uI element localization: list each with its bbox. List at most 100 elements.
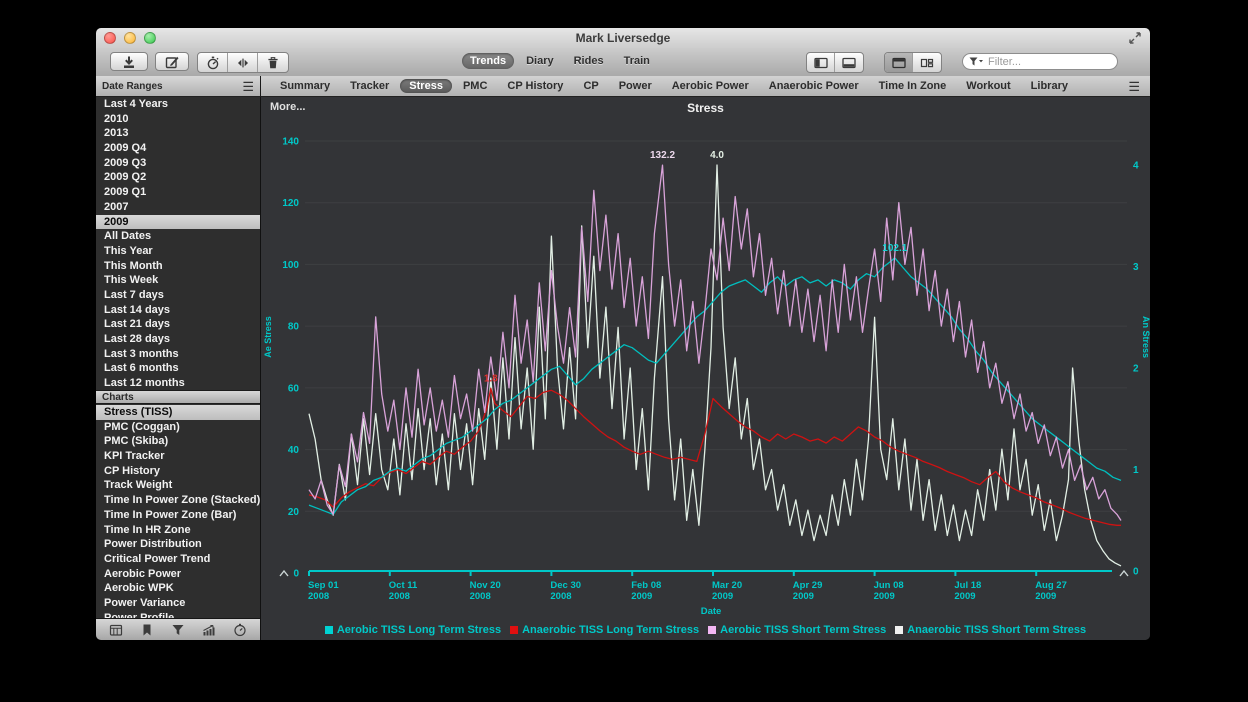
filter-field[interactable]: [962, 53, 1118, 70]
tab-aerobic-power[interactable]: Aerobic Power: [663, 79, 758, 93]
tab-tracker[interactable]: Tracker: [341, 79, 398, 93]
svg-text:80: 80: [288, 322, 300, 333]
date-range-2007[interactable]: 2007: [96, 200, 260, 215]
svg-text:Jun 08: Jun 08: [874, 580, 904, 591]
svg-text:Aug 27: Aug 27: [1035, 580, 1067, 591]
chart-tab-strip: SummaryTrackerStressPMCCP HistoryCPPower…: [261, 76, 1150, 97]
split-arrows-icon: [235, 55, 251, 71]
chart-stress-tiss-[interactable]: Stress (TISS): [96, 405, 260, 420]
chart-track-weight[interactable]: Track Weight: [96, 478, 260, 493]
date-range-2013[interactable]: 2013: [96, 126, 260, 141]
toggle-bottombar-button[interactable]: [835, 53, 863, 72]
date-range-2009-q3[interactable]: 2009 Q3: [96, 156, 260, 171]
date-range-last-21-days[interactable]: Last 21 days: [96, 317, 260, 332]
chart-panel: More... Stress 14012010080604020043210Ae…: [261, 97, 1150, 640]
svg-text:0: 0: [1133, 567, 1139, 578]
tab-library[interactable]: Library: [1022, 79, 1077, 93]
date-range-last-14-days[interactable]: Last 14 days: [96, 303, 260, 318]
tabstrip-menu-icon[interactable]: ☰: [1128, 80, 1140, 93]
chart-cp-history[interactable]: CP History: [96, 464, 260, 479]
gauge-icon[interactable]: [233, 623, 247, 637]
panel-left-icon: [813, 55, 829, 71]
chart-aerobic-power[interactable]: Aerobic Power: [96, 567, 260, 582]
title-bar[interactable]: Mark Liversedge: [96, 28, 1150, 49]
tab-cp-history[interactable]: CP History: [498, 79, 572, 93]
date-range-2010[interactable]: 2010: [96, 112, 260, 127]
tab-power[interactable]: Power: [610, 79, 661, 93]
date-range-2009-q2[interactable]: 2009 Q2: [96, 170, 260, 185]
bookmark-icon[interactable]: [140, 623, 154, 637]
date-ranges-menu-icon[interactable]: ☰: [242, 80, 254, 93]
download-button[interactable]: [110, 52, 148, 71]
date-range-all-dates[interactable]: All Dates: [96, 229, 260, 244]
svg-text:132.2: 132.2: [650, 150, 675, 161]
view-tab-train[interactable]: Train: [616, 53, 658, 69]
tab-summary[interactable]: Summary: [271, 79, 339, 93]
date-range-last-7-days[interactable]: Last 7 days: [96, 288, 260, 303]
chart-pmc-skiba-[interactable]: PMC (Skiba): [96, 434, 260, 449]
tab-pmc[interactable]: PMC: [454, 79, 496, 93]
svg-text:4.0: 4.0: [710, 150, 724, 161]
filter-funnel-icon[interactable]: [969, 57, 983, 67]
chart-time-in-power-zone-bar-[interactable]: Time In Power Zone (Bar): [96, 508, 260, 523]
chart-aerobic-wpk[interactable]: Aerobic WPK: [96, 581, 260, 596]
chart-power-distribution[interactable]: Power Distribution: [96, 537, 260, 552]
view-tab-diary[interactable]: Diary: [518, 53, 562, 69]
toggle-sidebar-button[interactable]: [807, 53, 835, 72]
chart-critical-power-trend[interactable]: Critical Power Trend: [96, 552, 260, 567]
chart-time-in-power-zone-stacked-[interactable]: Time In Power Zone (Stacked): [96, 493, 260, 508]
svg-text:100: 100: [282, 260, 299, 271]
svg-text:60: 60: [288, 383, 300, 394]
svg-text:0: 0: [293, 569, 299, 580]
date-range-2009-q4[interactable]: 2009 Q4: [96, 141, 260, 156]
chart-time-in-hr-zone[interactable]: Time In HR Zone: [96, 523, 260, 538]
svg-text:2009: 2009: [874, 591, 895, 602]
svg-text:2: 2: [1133, 364, 1139, 375]
tab-cp[interactable]: CP: [574, 79, 607, 93]
svg-text:102.1: 102.1: [882, 243, 907, 254]
chart-kpi-tracker[interactable]: KPI Tracker: [96, 449, 260, 464]
svg-text:1.8: 1.8: [484, 373, 498, 384]
legend-label: Aerobic TISS Short Term Stress: [720, 624, 886, 636]
layout-toggle-group: [884, 52, 942, 73]
chart-pmc-coggan-[interactable]: PMC (Coggan): [96, 420, 260, 435]
tab-stress[interactable]: Stress: [400, 79, 452, 93]
date-range-2009[interactable]: 2009: [96, 215, 260, 230]
interval-button[interactable]: [198, 53, 228, 72]
fullscreen-icon[interactable]: [1128, 31, 1142, 45]
edit-button[interactable]: [155, 52, 189, 71]
date-range-last-28-days[interactable]: Last 28 days: [96, 332, 260, 347]
charts-header[interactable]: Charts: [96, 390, 260, 404]
tab-time-in-zone[interactable]: Time In Zone: [870, 79, 956, 93]
date-range-this-month[interactable]: This Month: [96, 259, 260, 274]
single-view-button[interactable]: [885, 53, 913, 72]
stress-chart[interactable]: 14012010080604020043210Ae StressAn Stres…: [261, 97, 1150, 640]
tab-anaerobic-power[interactable]: Anaerobic Power: [760, 79, 868, 93]
legend-item: Anaerobic TISS Long Term Stress: [510, 624, 699, 636]
date-ranges-list: Last 4 Years201020132009 Q42009 Q32009 Q…: [96, 97, 260, 391]
chart-power-variance[interactable]: Power Variance: [96, 596, 260, 611]
svg-text:2008: 2008: [470, 591, 491, 602]
date-range-last-4-years[interactable]: Last 4 Years: [96, 97, 260, 112]
date-range-last-6-months[interactable]: Last 6 months: [96, 361, 260, 376]
split-button[interactable]: [228, 53, 258, 72]
tab-workout[interactable]: Workout: [957, 79, 1019, 93]
view-tab-trends[interactable]: Trends: [462, 53, 514, 69]
view-tab-rides[interactable]: Rides: [566, 53, 612, 69]
svg-text:Date: Date: [701, 606, 722, 617]
chart-bars-icon[interactable]: [202, 623, 216, 637]
compose-icon: [164, 54, 180, 70]
date-range-last-3-months[interactable]: Last 3 months: [96, 347, 260, 362]
date-range-last-12-months[interactable]: Last 12 months: [96, 376, 260, 391]
date-range-2009-q1[interactable]: 2009 Q1: [96, 185, 260, 200]
filter-input[interactable]: [986, 55, 1111, 69]
tiled-view-button[interactable]: [913, 53, 941, 72]
header-row: Date Ranges ☰ SummaryTrackerStressPMCCP …: [96, 76, 1150, 97]
delete-button[interactable]: [258, 53, 288, 72]
date-ranges-header[interactable]: Date Ranges ☰: [96, 76, 261, 97]
filter-icon[interactable]: [171, 623, 185, 637]
date-range-this-year[interactable]: This Year: [96, 244, 260, 259]
calendar-icon[interactable]: [109, 623, 123, 637]
svg-text:140: 140: [282, 137, 299, 148]
date-range-this-week[interactable]: This Week: [96, 273, 260, 288]
